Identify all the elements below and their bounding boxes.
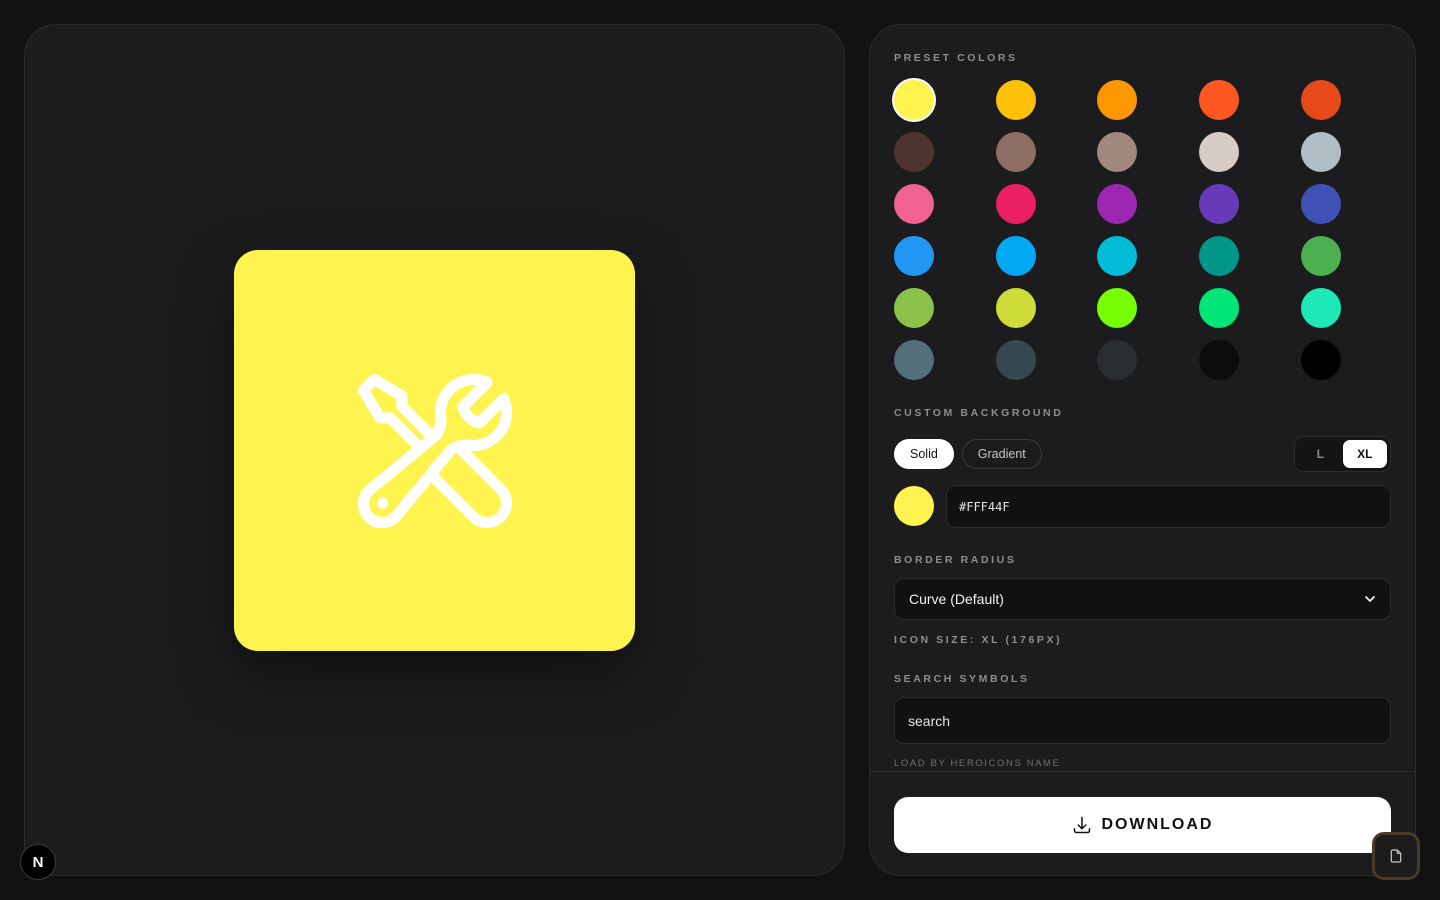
- color-swatch[interactable]: [1097, 236, 1137, 276]
- border-radius-select[interactable]: Curve (Default): [894, 578, 1391, 620]
- color-swatch[interactable]: [1301, 184, 1341, 224]
- color-swatch[interactable]: [894, 236, 934, 276]
- search-symbols-label: SEARCH SYMBOLS: [894, 673, 1030, 685]
- search-input[interactable]: search: [894, 697, 1391, 744]
- settings-scroll-area[interactable]: PRESET COLORS CUSTOM BACKGROUND Solid Gr…: [870, 25, 1415, 771]
- solid-mode-button[interactable]: Solid: [894, 439, 954, 469]
- size-l-button[interactable]: L: [1298, 440, 1343, 468]
- color-swatch[interactable]: [894, 80, 934, 120]
- wrench-screwdriver-icon: [357, 373, 512, 528]
- preset-colors-grid: [894, 80, 1392, 382]
- color-swatch[interactable]: [996, 80, 1036, 120]
- color-swatch[interactable]: [1097, 80, 1137, 120]
- border-radius-label: BORDER RADIUS: [894, 554, 1017, 566]
- color-swatch[interactable]: [1199, 80, 1239, 120]
- background-mode-toggle: Solid Gradient: [894, 439, 1042, 469]
- color-swatch[interactable]: [1301, 340, 1341, 380]
- color-swatch[interactable]: [996, 340, 1036, 380]
- color-swatch[interactable]: [1199, 132, 1239, 172]
- color-swatch[interactable]: [996, 132, 1036, 172]
- size-toggle: L XL: [1294, 436, 1391, 472]
- settings-panel: PRESET COLORS CUSTOM BACKGROUND Solid Gr…: [869, 24, 1416, 876]
- color-swatch[interactable]: [996, 184, 1036, 224]
- nextjs-badge[interactable]: N: [20, 844, 56, 880]
- color-swatch[interactable]: [894, 184, 934, 224]
- search-hint: LOAD BY HEROICONS NAME: [894, 758, 1061, 769]
- color-swatch[interactable]: [1097, 340, 1137, 380]
- color-swatch[interactable]: [1301, 132, 1341, 172]
- icon-size-text: ICON SIZE: XL (176PX): [894, 634, 1063, 646]
- hex-color-input[interactable]: #FFF44F: [946, 485, 1391, 528]
- download-icon: [1073, 816, 1090, 834]
- color-swatch[interactable]: [1301, 236, 1341, 276]
- download-button[interactable]: DOWNLOAD: [894, 797, 1391, 853]
- settings-footer: DOWNLOAD: [870, 771, 1415, 875]
- color-swatch[interactable]: [894, 132, 934, 172]
- color-picker-swatch[interactable]: [894, 486, 934, 526]
- color-swatch[interactable]: [894, 340, 934, 380]
- document-icon: [1390, 849, 1402, 863]
- custom-background-label: CUSTOM BACKGROUND: [894, 407, 1064, 419]
- color-swatch[interactable]: [1097, 132, 1137, 172]
- color-swatch[interactable]: [1301, 80, 1341, 120]
- color-swatch[interactable]: [1199, 236, 1239, 276]
- gradient-mode-button[interactable]: Gradient: [961, 439, 1042, 469]
- color-swatch[interactable]: [1199, 288, 1239, 328]
- color-swatch[interactable]: [1199, 340, 1239, 380]
- color-swatch[interactable]: [1097, 288, 1137, 328]
- preview-panel: [24, 24, 845, 876]
- download-label: DOWNLOAD: [1101, 816, 1214, 833]
- size-xl-button[interactable]: XL: [1342, 440, 1387, 468]
- chevron-down-icon: [1365, 596, 1375, 602]
- border-radius-value: Curve (Default): [909, 591, 1004, 607]
- color-swatch[interactable]: [1199, 184, 1239, 224]
- color-swatch[interactable]: [894, 288, 934, 328]
- color-swatch[interactable]: [1301, 288, 1341, 328]
- color-swatch[interactable]: [996, 288, 1036, 328]
- preset-colors-label: PRESET COLORS: [894, 52, 1018, 64]
- icon-preview-tile: [234, 250, 635, 651]
- floating-action-button[interactable]: [1372, 832, 1420, 880]
- color-swatch[interactable]: [1097, 184, 1137, 224]
- color-swatch[interactable]: [996, 236, 1036, 276]
